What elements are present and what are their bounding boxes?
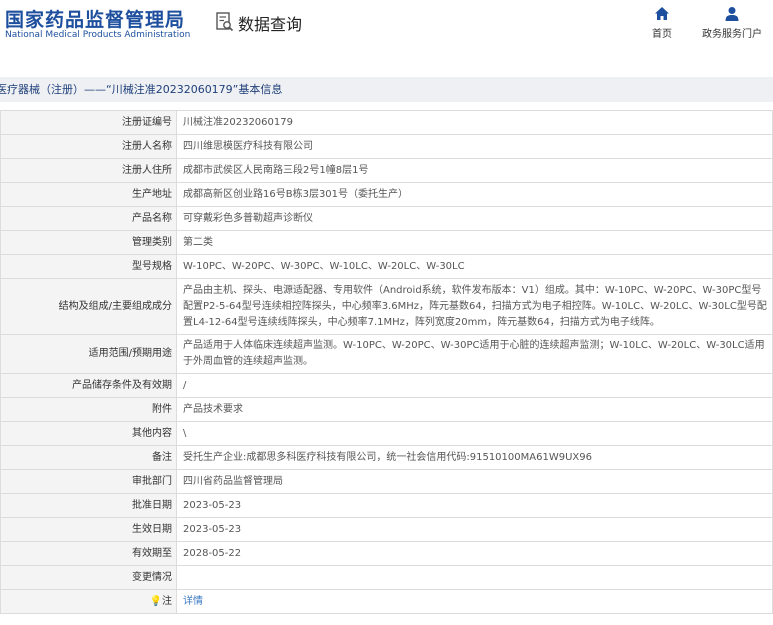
field-label: 备注 xyxy=(0,445,177,470)
field-label: 注册人名称 xyxy=(0,134,177,159)
field-label: 审批部门 xyxy=(0,469,177,494)
field-label: 产品储存条件及有效期 xyxy=(0,373,177,398)
field-value: 2023-05-23 xyxy=(176,493,773,518)
table-row: 生产地址 成都高新区创业路16号B栋3层301号（委托生产） xyxy=(0,182,773,207)
table-row: 有效期至 2028-05-22 xyxy=(0,541,773,566)
field-label: 生效日期 xyxy=(0,517,177,542)
field-value: W-10PC、W-20PC、W-30PC、W-10LC、W-20LC、W-30L… xyxy=(176,254,773,279)
field-value: 成都市武侯区人民南路三段2号1幢8层1号 xyxy=(176,158,773,183)
table-row: 型号规格 W-10PC、W-20PC、W-30PC、W-10LC、W-20LC、W… xyxy=(0,254,773,279)
table-row: 备注 受托生产企业:成都思多科医疗科技有限公司，统一社会信用代码:91510100… xyxy=(0,445,773,470)
field-label: 管理类别 xyxy=(0,230,177,255)
field-label: 适用范围/预期用途 xyxy=(0,334,177,374)
field-label: 型号规格 xyxy=(0,254,177,279)
site-logo-cn[interactable]: 国家药品监督管理局 xyxy=(5,5,185,32)
note-row: 💡注 详情 xyxy=(0,589,773,614)
site-header: 国家药品监督管理局 National Medical Products Admi… xyxy=(0,0,773,60)
field-label: 注册人住所 xyxy=(0,158,177,183)
nav-home-label: 首页 xyxy=(652,29,672,40)
home-icon xyxy=(655,7,669,20)
field-value: 四川省药品监督管理局 xyxy=(176,469,773,494)
details-link[interactable]: 详情 xyxy=(183,596,203,607)
table-row: 注册人住所 成都市武侯区人民南路三段2号1幢8层1号 xyxy=(0,158,773,183)
breadcrumb: 医疗器械（注册）——“川械注准20232060179”基本信息 xyxy=(0,77,773,102)
table-row: 管理类别 第二类 xyxy=(0,230,773,255)
table-row: 注册证编号 川械注准20232060179 xyxy=(0,110,773,135)
nav-home[interactable]: 首页 xyxy=(646,6,678,40)
field-value: 产品由主机、探头、电源适配器、专用软件（Android系统，软件发布版本：V1）… xyxy=(176,278,773,335)
table-row: 产品名称 可穿戴彩色多普勒超声诊断仪 xyxy=(0,206,773,231)
field-value: 产品适用于人体临床连续超声监测。W-10PC、W-20PC、W-30PC适用于心… xyxy=(176,334,773,374)
field-label: 其他内容 xyxy=(0,421,177,446)
breadcrumb-text: 医疗器械（注册）——“川械注准20232060179”基本信息 xyxy=(0,83,283,96)
lightbulb-icon: 💡 xyxy=(149,595,162,607)
info-table: 注册证编号 川械注准20232060179 注册人名称 四川维思模医疗科技有限公司 … xyxy=(0,110,773,614)
field-label: 变更情况 xyxy=(0,565,177,590)
field-value: 产品技术要求 xyxy=(176,397,773,422)
field-value: 第二类 xyxy=(176,230,773,255)
field-label: 批准日期 xyxy=(0,493,177,518)
table-row: 适用范围/预期用途 产品适用于人体临床连续超声监测。W-10PC、W-20PC、W… xyxy=(0,334,773,374)
table-row: 产品储存条件及有效期 / xyxy=(0,373,773,398)
user-icon xyxy=(725,7,739,21)
nav-gov-service[interactable]: 政务服务门户 xyxy=(700,6,764,40)
note-label: 注 xyxy=(162,595,172,607)
field-label: 附件 xyxy=(0,397,177,422)
table-row: 变更情况 xyxy=(0,565,773,590)
field-label: 结构及组成/主要组成成分 xyxy=(0,278,177,335)
table-row: 附件 产品技术要求 xyxy=(0,397,773,422)
field-label: 有效期至 xyxy=(0,541,177,566)
field-label: 注册证编号 xyxy=(0,110,177,135)
field-value: 2028-05-22 xyxy=(176,541,773,566)
table-row: 结构及组成/主要组成成分 产品由主机、探头、电源适配器、专用软件（Android系… xyxy=(0,278,773,335)
table-row: 其他内容 \ xyxy=(0,421,773,446)
table-row: 注册人名称 四川维思模医疗科技有限公司 xyxy=(0,134,773,159)
table-row: 审批部门 四川省药品监督管理局 xyxy=(0,469,773,494)
data-query-icon xyxy=(216,12,234,32)
note-label-cell: 💡注 xyxy=(0,589,177,614)
field-value: 成都高新区创业路16号B栋3层301号（委托生产） xyxy=(176,182,773,207)
field-value: \ xyxy=(176,421,773,446)
field-label: 产品名称 xyxy=(0,206,177,231)
site-logo-en: National Medical Products Administration xyxy=(5,30,191,40)
field-value: 四川维思模医疗科技有限公司 xyxy=(176,134,773,159)
page-section-title: 数据查询 xyxy=(238,15,303,34)
field-value: 受托生产企业:成都思多科医疗科技有限公司，统一社会信用代码:91510100MA… xyxy=(176,445,773,470)
field-value: / xyxy=(176,373,773,398)
field-label: 生产地址 xyxy=(0,182,177,207)
field-value: 可穿戴彩色多普勒超声诊断仪 xyxy=(176,206,773,231)
field-value: 川械注准20232060179 xyxy=(176,110,773,135)
field-value xyxy=(176,565,773,590)
note-value-cell: 详情 xyxy=(176,589,773,614)
table-row: 批准日期 2023-05-23 xyxy=(0,493,773,518)
table-row: 生效日期 2023-05-23 xyxy=(0,517,773,542)
field-value: 2023-05-23 xyxy=(176,517,773,542)
nav-gov-label: 政务服务门户 xyxy=(702,29,762,40)
